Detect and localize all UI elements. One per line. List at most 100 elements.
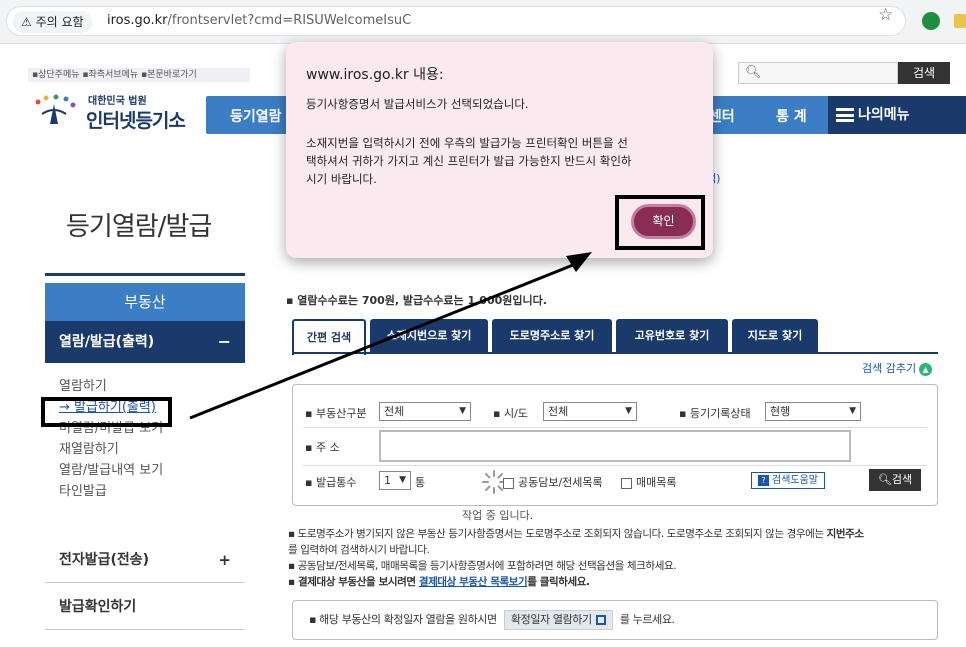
- collapse-icon: −: [217, 332, 231, 351]
- logo-title: 인터넷등기소: [86, 110, 186, 132]
- working-status: 작업 중 입니다.: [462, 509, 534, 522]
- tab-road-address[interactable]: 도로명주소로 찾기: [492, 319, 612, 353]
- search-icon: 🔍︎: [877, 473, 892, 486]
- url-text[interactable]: iros.go.kr/frontservlet?cmd=RISUWelcomeI…: [107, 13, 411, 28]
- address-bar[interactable]: ⚠ 주의 요함 iros.go.kr/frontservlet?cmd=RISU…: [6, 6, 906, 36]
- dialog-message: 등기사항증명서 발급서비스가 선택되었습니다.: [306, 97, 529, 111]
- sido-value: 전체: [548, 405, 569, 418]
- find-button[interactable]: 🔍︎검색: [869, 469, 921, 491]
- sidebar-links: 열람하기 → 발급하기(출력) 미열람/미발급 보기 재열람하기 열람/발급내역…: [45, 376, 245, 502]
- search-help-button[interactable]: ? 검색도움말: [751, 472, 825, 489]
- search-icon: 🔍︎: [745, 65, 762, 80]
- copies-value: 1: [384, 474, 391, 487]
- sidebar-item-review[interactable]: 재열람하기: [45, 439, 245, 460]
- dialog-body: 소재지번을 입력하시기 전에 우측의 발급가능 프린터확인 버튼을 선 택하셔서…: [306, 134, 696, 188]
- copies-label: ▪ 발급통수: [305, 476, 357, 489]
- payment-list-link[interactable]: 결제대상 부동산 목록보기: [419, 576, 528, 588]
- logo-subtitle: 대한민국 법원: [88, 96, 147, 107]
- chevron-down-icon: ▼: [459, 406, 466, 416]
- fee-note: ▪ 열람수수료는 700원, 발급수수료는 1,000원입니다.: [286, 294, 547, 307]
- tab-unique-number[interactable]: 고유번호로 찾기: [616, 319, 728, 353]
- record-status-value: 현행: [770, 405, 791, 418]
- security-warning-chip[interactable]: ⚠ 주의 요함: [13, 11, 92, 33]
- tab-underline: [292, 352, 938, 354]
- confirm-date-text: ▪ 해당 부동산의 확정일자 열람을 원하시면: [309, 613, 497, 626]
- sidebar-item-history[interactable]: 열람/발급내역 보기: [45, 460, 245, 481]
- sidebar-item-view[interactable]: 열람하기: [45, 376, 245, 397]
- dialog-title: www.iros.go.kr 내용:: [306, 67, 444, 83]
- sidebar-top-line: [45, 273, 245, 276]
- address-label: ▪ 주 소: [305, 441, 340, 454]
- tab-simple-search[interactable]: 간편 검색: [292, 319, 366, 355]
- chevron-up-icon: ▲: [919, 362, 933, 376]
- record-status-label: ▪ 등기기록상태: [679, 407, 751, 420]
- checkbox-icon: [503, 477, 514, 489]
- nav-item-view-issue[interactable]: 등기열람: [230, 106, 282, 126]
- question-icon: ?: [758, 475, 769, 486]
- extension-icon-2[interactable]: [954, 14, 966, 28]
- confirm-date-button[interactable]: 확정일자 열람하기: [503, 610, 613, 630]
- dialog-body-line: 택하셔서 귀하가 가지고 계신 프린터가 발급 가능한지 반드시 확인하: [306, 154, 632, 168]
- sido-label: ▪ 시/도: [493, 407, 528, 420]
- search-form: ▪ 부동산구분 전체 ▼ ▪ 시/도 전체 ▼ ▪ 등기기록상태 현행 ▼ ▪ 주 소…: [292, 384, 938, 506]
- court-emblem-icon: [35, 94, 76, 124]
- sidebar-submenu-view-issue[interactable]: 열람/발급(출력) −: [45, 321, 245, 363]
- bookmark-star-icon[interactable]: ☆: [878, 5, 893, 25]
- sales-checkbox[interactable]: 매매목록: [621, 474, 676, 490]
- property-type-label: ▪ 부동산구분: [305, 407, 367, 420]
- highlight-box-issue-link: [41, 397, 172, 427]
- hide-search-label: 검색 감추기: [862, 362, 917, 375]
- tab-map[interactable]: 지도로 찾기: [732, 319, 818, 353]
- sidebar-submenu-label: 열람/발급(출력): [59, 334, 155, 350]
- find-label: 검색: [891, 473, 913, 486]
- collateral-label: 공동담보/전세목록: [518, 476, 603, 489]
- note-1-cont: 를 입력하여 검색하시기 바랍니다.: [288, 544, 430, 556]
- note-2: ▪ 공동담보/전세목록, 매매목록을 등기사항증명서에 포함하려면 해당 선택옵…: [288, 560, 677, 572]
- copies-unit: 통: [415, 476, 426, 489]
- note-3: ▪ 결제대상 부동산을 보시려면: [288, 576, 419, 588]
- sido-select[interactable]: 전체 ▼: [543, 402, 637, 421]
- browser-toolbar: ⚠ 주의 요함 iros.go.kr/frontservlet?cmd=RISU…: [0, 0, 966, 44]
- hide-search-toggle[interactable]: 검색 감추기 ▲: [862, 360, 933, 376]
- my-menu-button[interactable]: 나의메뉴: [828, 96, 966, 134]
- note-1-bold: 지번주소: [826, 528, 864, 540]
- note-3-end: 를 클릭하세요.: [527, 576, 590, 588]
- search-notes: ▪ 도로명주소가 병기되지 않은 부동산 등기사항증명서는 도로명주소로 조회되…: [288, 526, 948, 590]
- copies-select[interactable]: 1 ▼: [379, 471, 411, 490]
- form-divider: [303, 465, 927, 466]
- url-path: /frontservlet?cmd=RISUWelcomeIsuC: [167, 13, 412, 28]
- my-menu-label: 나의메뉴: [858, 107, 910, 123]
- sidebar-menu-e-issue[interactable]: 전자발급(전송) +: [45, 537, 245, 583]
- checkbox-icon: [621, 477, 632, 489]
- note-1: ▪ 도로명주소가 병기되지 않은 부동산 등기사항증명서는 도로명주소로 조회되…: [288, 528, 827, 540]
- highlight-box-ok-button: [615, 195, 705, 250]
- site-search-input[interactable]: 🔍︎: [738, 62, 898, 84]
- sidebar-item-other-issue[interactable]: 타인발급: [45, 481, 245, 502]
- chevron-down-icon: ▼: [625, 406, 632, 416]
- dialog-body-line: 소재지번을 입력하시기 전에 우측의 발급가능 프린터확인 버튼을 선: [306, 136, 628, 150]
- chevron-down-icon: ▼: [849, 406, 856, 416]
- hamburger-icon: [836, 108, 854, 122]
- form-divider: [303, 427, 927, 428]
- dialog-body-line: 시기 바랍니다.: [306, 172, 377, 186]
- property-type-select[interactable]: 전체 ▼: [379, 402, 471, 421]
- nav-item-statistics[interactable]: 통 계: [776, 106, 807, 126]
- sidebar-menu-label: 전자발급(전송): [59, 552, 150, 568]
- expand-icon: +: [218, 551, 231, 569]
- confirm-date-box: ▪ 해당 부동산의 확정일자 열람을 원하시면 확정일자 열람하기 를 누르세요…: [292, 600, 938, 640]
- sidebar-header[interactable]: 부동산: [45, 283, 245, 321]
- site-search-button[interactable]: 검색: [898, 62, 950, 84]
- skip-links[interactable]: ▪상단주메뉴 ▪좌측서브메뉴 ▪본문바로가기: [28, 68, 250, 82]
- collateral-checkbox[interactable]: 공동담보/전세목록: [503, 474, 603, 490]
- property-type-value: 전체: [384, 405, 405, 418]
- page-title: 등기열람/발급: [66, 212, 212, 242]
- tab-lot-number[interactable]: 소재지번으로 찾기: [370, 319, 488, 353]
- external-link-icon: [595, 615, 606, 625]
- address-input[interactable]: [379, 430, 851, 462]
- record-status-select[interactable]: 현행 ▼: [765, 402, 861, 421]
- sales-label: 매매목록: [636, 476, 677, 489]
- chevron-down-icon: ▼: [399, 475, 406, 485]
- extension-icon[interactable]: [922, 12, 940, 30]
- confirm-date-text-end: 를 누르세요.: [619, 613, 675, 626]
- sidebar-menu-verify[interactable]: 발급확인하기: [45, 584, 245, 630]
